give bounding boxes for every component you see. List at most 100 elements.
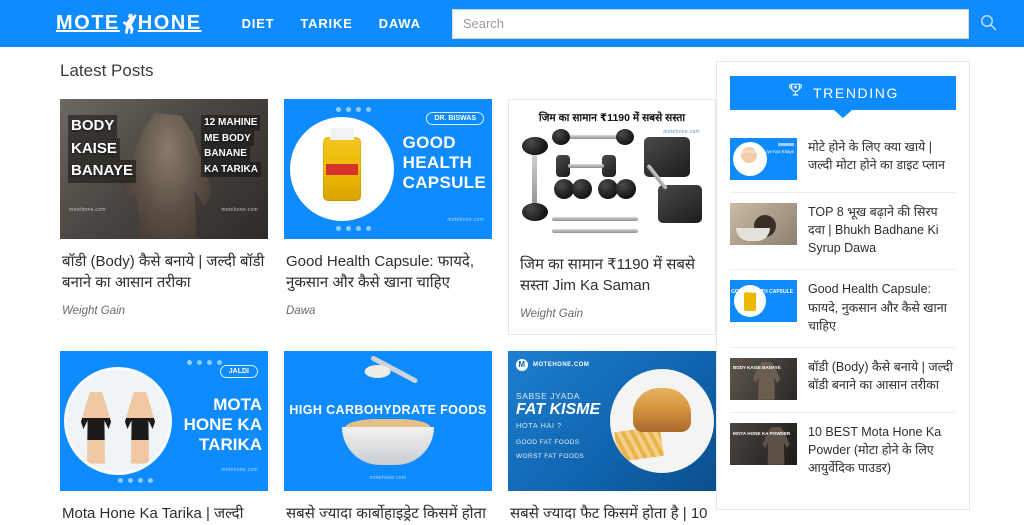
post-category[interactable]: Dawa [286,305,490,317]
post-title[interactable]: जिम का सामान ₹1190 में सबसे सस्ता Jim Ka… [520,254,704,297]
main-content: Latest Posts BODY KAISE BANAYE 12 MAHINE… [60,61,716,525]
post-card[interactable]: JALDI MOTA HONE KA TARIKA motehone.com M… [60,350,268,525]
nav-item-tarike[interactable]: TARIKE [300,16,352,31]
post-body: जिम का सामान ₹1190 में सबसे सस्ता Jim Ka… [516,242,708,334]
post-body: बॉडी (Body) कैसे बनाये | जल्दी बॉडी बनान… [60,239,268,331]
post-thumbnail-gym-equipment[interactable]: जिम का सामान ₹1190 में सबसे सस्ता moteho… [516,107,708,242]
list-item[interactable]: TOP 8 भूख बढ़ाने की सिरप दवा | Bhukh Bad… [730,193,956,271]
post-body: सबसे ज्यादा फैट किसमें होता है | 10 High… [508,491,716,525]
search-input[interactable] [451,8,969,39]
man-illustration-icon [81,391,111,464]
post-title[interactable]: सबसे ज्यादा फैट किसमें होता है | 10 High… [510,503,714,525]
page-title: Latest Posts [60,61,154,80]
nav-item-dawa[interactable]: DAWA [379,16,421,31]
burger-icon [633,388,691,433]
page-body: Latest Posts BODY KAISE BANAYE 12 MAHINE… [0,47,1024,525]
weight-plate [616,179,636,199]
trending-thumb-text: GOOD HEALTH CAPSULE [731,289,793,296]
search-form [451,8,1009,39]
bowl-icon [342,426,434,465]
sidebar: TRENDING Mote Hone Ke Liye Kya Khaye मोट… [716,61,970,511]
post-card[interactable]: HIGH CARBOHYDRATE FOODS motehone.com सबस… [284,350,492,525]
thumb-line-1: SABSE JYADA [516,390,581,401]
post-card[interactable]: जिम का सामान ₹1190 में सबसे सस्ता moteho… [508,99,716,335]
weight-plate [522,203,548,221]
list-item[interactable]: MOTA HONE KA POWDER 10 BEST Mota Hone Ka… [730,413,956,489]
weight-plate [572,179,592,199]
person-figure-icon [119,12,139,34]
trending-header: TRENDING [730,76,956,110]
post-body: सबसे ज्यादा कार्बोहाइड्रेट किसमें होता ह… [284,491,492,525]
food-plate [610,368,714,473]
trending-item-title[interactable]: 10 BEST Mota Hone Ka Powder (मोटा होने क… [808,423,956,477]
trending-label: TRENDING [813,85,899,101]
trending-thumbnail[interactable]: GOOD HEALTH CAPSULE [730,280,797,323]
weight-plate [616,129,634,145]
thumb-watermark: motehone.com [221,466,258,473]
thumb-headline: MOTA HONE KA TARIKA [183,394,262,455]
trending-thumb-text: Mote Hone Ke Liye Kya Khaye [735,149,794,154]
thumb-right-text: 12 MAHINE ME BODY BANANE KA TARIKA [201,115,261,177]
post-card[interactable]: BODY KAISE BANAYE 12 MAHINE ME BODY BANA… [60,99,268,335]
thumb-bullet-2: WORST FAT FOODS [516,452,585,460]
post-card[interactable]: DR. BISWAS GOOD HEALTH CAPSULE motehone.… [284,99,492,335]
search-icon [980,14,997,34]
post-grid: BODY KAISE BANAYE 12 MAHINE ME BODY BANA… [60,99,716,525]
thumb-bullet-1: GOOD FAT FOODS [516,438,580,446]
trending-item-title[interactable]: Good Health Capsule: फायदे, नुकसान और कै… [808,280,956,334]
product-circle [290,117,394,221]
post-thumbnail-good-health-capsule[interactable]: DR. BISWAS GOOD HEALTH CAPSULE motehone.… [284,99,492,239]
trending-thumbnail[interactable] [730,203,797,245]
trending-item-title[interactable]: TOP 8 भूख बढ़ाने की सिरप दवा | Bhukh Bad… [808,203,956,257]
trending-item-title[interactable]: बॉडी (Body) कैसे बनाये | जल्दी बॉडी बनान… [808,358,956,394]
thumb-badge: JALDI [219,364,258,378]
decorative-dots [336,226,371,231]
list-item[interactable]: GOOD HEALTH CAPSULE Good Health Capsule:… [730,270,956,348]
straight-bar [552,229,638,233]
trending-thumb-text: BODY KAISE BANAYE [733,364,781,370]
trending-thumbnail[interactable]: Mote Hone Ke Liye Kya Khaye [730,138,797,180]
post-title[interactable]: सबसे ज्यादा कार्बोहाइड्रेट किसमें होता ह… [286,503,490,525]
logo-text-prefix: MOTE [56,12,120,34]
site-logo[interactable]: MOTE HONE [56,12,202,35]
weight-plate [598,179,618,199]
post-title[interactable]: Mota Hone Ka Tarika | जल्दी वजन बढ़ाने क… [62,503,266,525]
post-body: Good Health Capsule: फायदे, नुकसान और कै… [284,239,492,331]
trending-thumb-text: MOTA HONE KA POWDER [733,430,791,436]
thumb-badge: DR. BISWAS [426,112,484,125]
post-category[interactable]: Weight Gain [62,305,266,317]
thumb-watermark: motehone.com [447,217,484,223]
thumb-line-2: FAT KISME [516,400,601,418]
list-item[interactable]: BODY KAISE BANAYE बॉडी (Body) कैसे बनाये… [730,348,956,413]
post-thumbnail-high-carbohydrate-foods[interactable]: HIGH CARBOHYDRATE FOODS motehone.com [284,350,492,491]
post-body: Mota Hone Ka Tarika | जल्दी वजन बढ़ाने क… [60,491,268,525]
dumbbell-head [602,155,616,177]
trending-thumbnail[interactable]: MOTA HONE KA POWDER [730,422,797,465]
list-item[interactable]: Mote Hone Ke Liye Kya Khaye मोटे होने के… [730,128,956,193]
thumb-watermark: motehone.com [221,207,258,213]
trophy-icon [787,82,804,104]
post-card[interactable]: M MOTEHONE.COM SABSE JYADA FAT KISME HOT… [508,350,716,525]
nav-item-diet[interactable]: DIET [242,16,275,31]
thumb-headline: जिम का सामान ₹1190 में सबसे सस्ता [538,112,686,124]
hex-dumbbell [658,185,702,223]
post-title[interactable]: बॉडी (Body) कैसे बनाये | जल्दी बॉडी बनान… [62,251,266,294]
post-thumbnail-fat-kisme-hota-hai[interactable]: M MOTEHONE.COM SABSE JYADA FAT KISME HOT… [508,350,716,491]
thumb-brand: M MOTEHONE.COM [516,358,589,371]
thumb-watermark: motehone.com [69,207,106,213]
post-thumbnail-mota-hone-ka-tarika[interactable]: JALDI MOTA HONE KA TARIKA motehone.com [60,350,268,491]
post-category[interactable]: Weight Gain [520,308,704,320]
decorative-dots [118,477,153,483]
man-illustration-icon [125,391,155,464]
trending-item-title[interactable]: मोटे होने के लिए क्या खाये | जल्दी मोटा … [808,138,956,174]
decorative-dots [187,359,222,365]
capsule-bottle-icon [323,128,361,201]
weight-plate [522,137,548,155]
thumb-watermark: motehone.com [369,474,407,481]
trending-thumbnail[interactable]: BODY KAISE BANAYE [730,357,797,400]
search-submit-button[interactable] [969,9,1009,39]
post-title[interactable]: Good Health Capsule: फायदे, नुकसान और कै… [286,251,490,294]
illustration-circle [64,366,172,475]
decorative-dots [336,107,371,112]
post-thumbnail-body-kaise-banaye[interactable]: BODY KAISE BANAYE 12 MAHINE ME BODY BANA… [60,99,268,239]
